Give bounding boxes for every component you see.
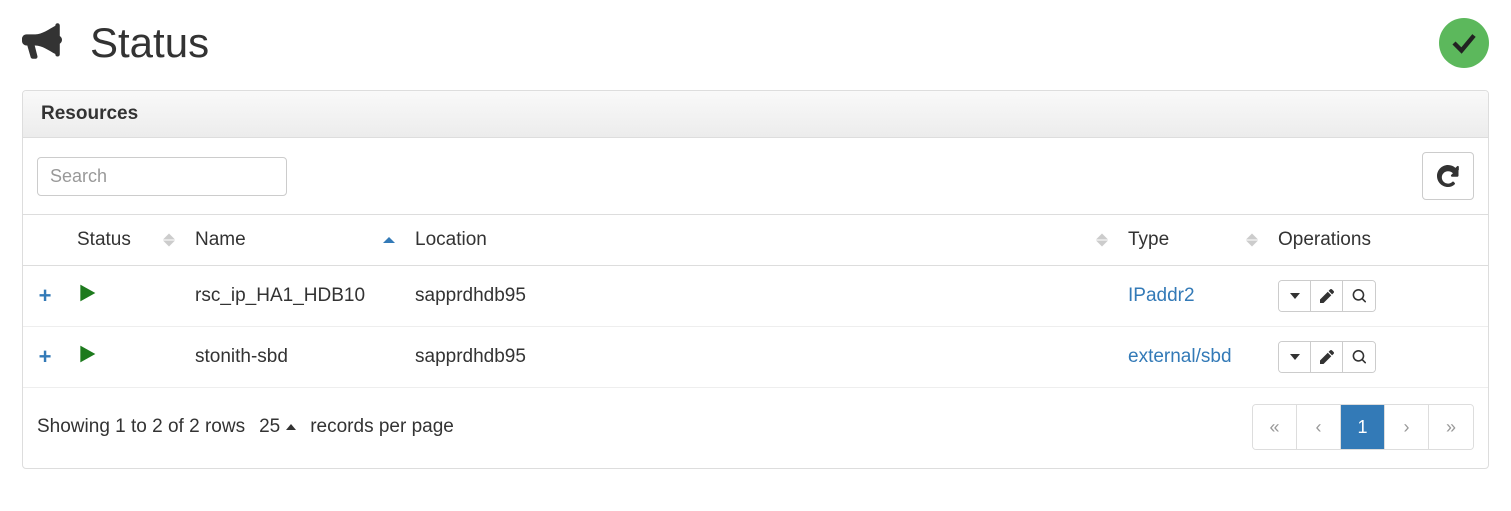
cluster-status-ok-badge bbox=[1439, 18, 1489, 68]
sort-desc-icon bbox=[163, 241, 175, 247]
column-header-operations: Operations bbox=[1268, 215, 1488, 266]
search-icon bbox=[1352, 350, 1366, 364]
details-button[interactable] bbox=[1343, 342, 1375, 372]
page-next-button[interactable]: › bbox=[1385, 405, 1429, 449]
page-number-button[interactable]: 1 bbox=[1341, 405, 1385, 449]
resources-panel: Resources Status Name Location bbox=[22, 90, 1489, 469]
expand-row-button[interactable]: + bbox=[39, 344, 52, 369]
column-header-type[interactable]: Type bbox=[1118, 215, 1268, 266]
check-icon bbox=[1449, 28, 1479, 58]
refresh-button[interactable] bbox=[1422, 152, 1474, 200]
pencil-icon bbox=[1320, 350, 1334, 364]
page-prev-button[interactable]: ‹ bbox=[1297, 405, 1341, 449]
search-icon bbox=[1352, 289, 1366, 303]
column-header-status[interactable]: Status bbox=[67, 215, 185, 266]
details-button[interactable] bbox=[1343, 281, 1375, 311]
operations-menu-button[interactable] bbox=[1279, 342, 1311, 372]
status-running-icon bbox=[77, 349, 97, 370]
sort-asc-icon bbox=[1246, 234, 1258, 240]
resource-location: sapprdhdb95 bbox=[405, 266, 1118, 327]
bullhorn-icon bbox=[22, 21, 62, 66]
table-row: + rsc_ip_HA1_HDB10 sapprdhdb95 IPaddr2 bbox=[23, 266, 1488, 327]
resource-name: rsc_ip_HA1_HDB10 bbox=[185, 266, 405, 327]
search-input[interactable] bbox=[37, 157, 287, 196]
caret-up-icon bbox=[286, 424, 296, 430]
sort-desc-icon bbox=[1096, 241, 1108, 247]
resource-name: stonith-sbd bbox=[185, 327, 405, 388]
panel-heading: Resources bbox=[23, 91, 1488, 138]
status-running-icon bbox=[77, 288, 97, 309]
resources-table: Status Name Location Type Operations bbox=[23, 214, 1488, 387]
sort-desc-icon bbox=[1246, 241, 1258, 247]
edit-button[interactable] bbox=[1311, 342, 1343, 372]
sort-asc-icon bbox=[1096, 234, 1108, 240]
table-row: + stonith-sbd sapprdhdb95 external/sbd bbox=[23, 327, 1488, 388]
records-per-page-label: records per page bbox=[310, 416, 454, 438]
pencil-icon bbox=[1320, 289, 1334, 303]
sort-asc-icon bbox=[383, 237, 395, 243]
operations-button-group bbox=[1278, 280, 1376, 312]
page-last-button[interactable]: » bbox=[1429, 405, 1473, 449]
sort-asc-icon bbox=[163, 234, 175, 240]
page-size-selector[interactable]: 25 bbox=[259, 416, 296, 438]
column-header-name[interactable]: Name bbox=[185, 215, 405, 266]
resource-type-link[interactable]: external/sbd bbox=[1128, 346, 1232, 367]
resource-type-link[interactable]: IPaddr2 bbox=[1128, 285, 1195, 306]
page-first-button[interactable]: « bbox=[1253, 405, 1297, 449]
resource-location: sapprdhdb95 bbox=[405, 327, 1118, 388]
expand-row-button[interactable]: + bbox=[39, 283, 52, 308]
page-title: Status bbox=[90, 19, 209, 67]
showing-rows-text: Showing 1 to 2 of 2 rows bbox=[37, 416, 245, 438]
refresh-icon bbox=[1437, 165, 1459, 187]
edit-button[interactable] bbox=[1311, 281, 1343, 311]
operations-button-group bbox=[1278, 341, 1376, 373]
pagination: « ‹ 1 › » bbox=[1252, 404, 1474, 450]
operations-menu-button[interactable] bbox=[1279, 281, 1311, 311]
caret-down-icon bbox=[1290, 354, 1300, 360]
column-header-location[interactable]: Location bbox=[405, 215, 1118, 266]
caret-down-icon bbox=[1290, 293, 1300, 299]
